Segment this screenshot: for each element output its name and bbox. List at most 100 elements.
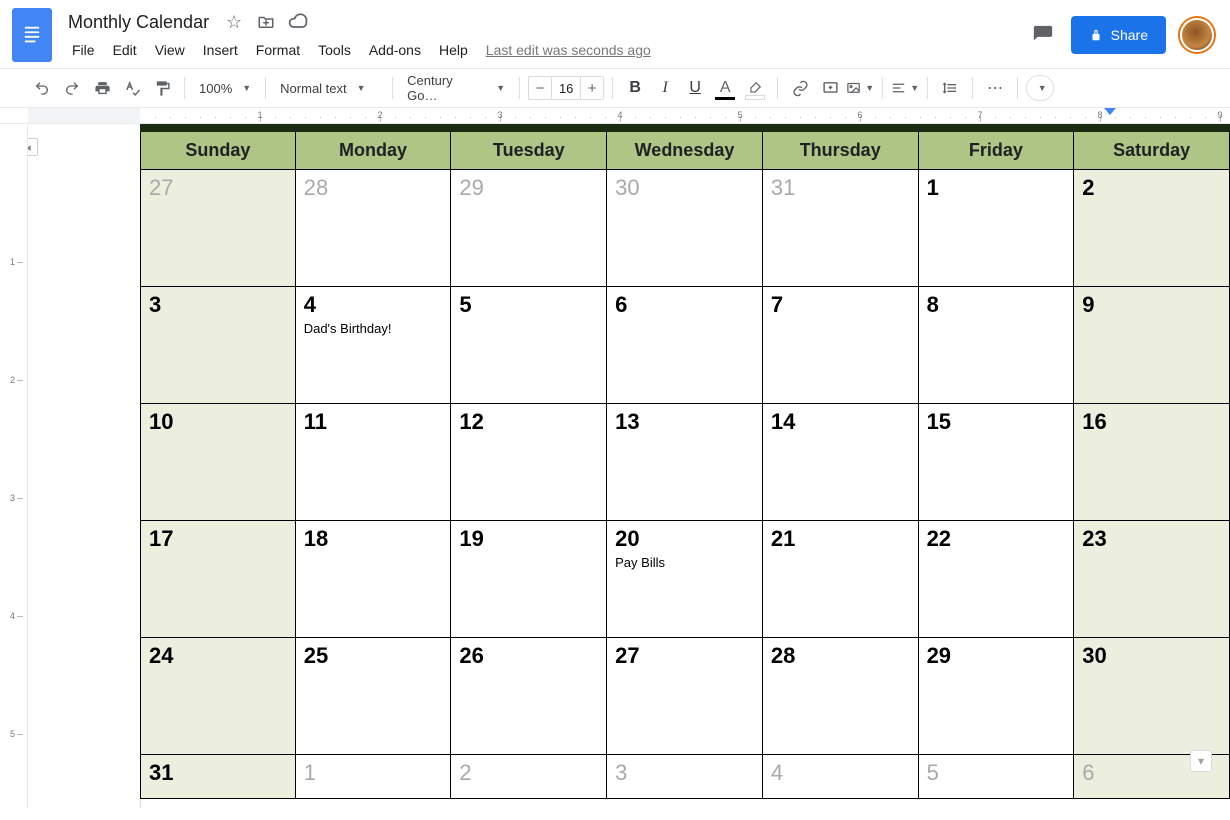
header-right: Share <box>1029 8 1218 54</box>
day-number: 29 <box>459 176 598 200</box>
calendar-cell[interactable]: 13 <box>607 404 763 521</box>
calendar-header-row: SundayMondayTuesdayWednesdayThursdayFrid… <box>140 132 1230 170</box>
account-avatar[interactable] <box>1180 18 1214 52</box>
calendar-cell[interactable]: 4 <box>763 755 919 799</box>
last-edit-link[interactable]: Last edit was seconds ago <box>486 42 651 58</box>
document-canvas[interactable]: ◂ SundayMondayTuesdayWednesdayThursdayFr… <box>28 124 1230 808</box>
calendar-cell[interactable]: 3 <box>140 287 296 404</box>
vertical-ruler[interactable]: 123456 <box>0 124 28 808</box>
day-number: 3 <box>149 293 287 317</box>
calendar-cell[interactable]: 31 <box>140 755 296 799</box>
calendar-table[interactable]: SundayMondayTuesdayWednesdayThursdayFrid… <box>140 124 1230 799</box>
calendar-cell[interactable]: 31 <box>763 170 919 287</box>
highlight-color-button[interactable] <box>741 74 769 102</box>
insert-image-button[interactable]: ▼ <box>846 74 874 102</box>
menu-tools[interactable]: Tools <box>310 38 359 62</box>
print-icon[interactable] <box>88 74 116 102</box>
calendar-event[interactable]: Pay Bills <box>615 555 754 570</box>
calendar-cell[interactable]: 30 <box>607 170 763 287</box>
document-title[interactable]: Monthly Calendar <box>64 10 213 35</box>
align-button[interactable]: ▼ <box>891 74 919 102</box>
calendar-cell[interactable]: 29 <box>451 170 607 287</box>
move-folder-icon[interactable] <box>255 11 277 33</box>
calendar-cell[interactable]: 16 <box>1074 404 1230 521</box>
calendar-cell[interactable]: 5 <box>451 287 607 404</box>
calendar-cell[interactable]: 23 <box>1074 521 1230 638</box>
calendar-cell[interactable]: 30 <box>1074 638 1230 755</box>
calendar-cell[interactable]: 9 <box>1074 287 1230 404</box>
calendar-cell[interactable]: 12 <box>451 404 607 521</box>
cloud-status-icon[interactable] <box>287 11 309 33</box>
explore-button[interactable]: ▾ <box>1190 750 1212 772</box>
calendar-cell[interactable]: 20Pay Bills <box>607 521 763 638</box>
calendar-cell[interactable]: 29 <box>919 638 1075 755</box>
bold-button[interactable]: B <box>621 74 649 102</box>
star-icon[interactable]: ☆ <box>223 11 245 33</box>
calendar-cell[interactable]: 27 <box>607 638 763 755</box>
horizontal-ruler[interactable]: 123456789 <box>0 108 1230 124</box>
day-number: 26 <box>459 644 598 668</box>
decrease-font-button[interactable]: − <box>529 80 551 97</box>
calendar-cell[interactable]: 27 <box>140 170 296 287</box>
menu-addons[interactable]: Add-ons <box>361 38 429 62</box>
spellcheck-icon[interactable] <box>118 74 146 102</box>
day-number: 25 <box>304 644 443 668</box>
menu-view[interactable]: View <box>147 38 193 62</box>
calendar-cell[interactable]: 25 <box>296 638 452 755</box>
more-button[interactable]: ⋯ <box>981 74 1009 102</box>
text-color-button[interactable]: A <box>711 74 739 102</box>
menu-help[interactable]: Help <box>431 38 476 62</box>
line-spacing-button[interactable] <box>936 74 964 102</box>
calendar-cell[interactable]: 3 <box>607 755 763 799</box>
day-number: 15 <box>927 410 1066 434</box>
paragraph-style-select[interactable]: Normal text▼ <box>274 74 384 102</box>
calendar-cell[interactable]: 1 <box>919 170 1075 287</box>
menu-format[interactable]: Format <box>248 38 308 62</box>
calendar-cell[interactable]: 10 <box>140 404 296 521</box>
outline-toggle-icon[interactable]: ◂ <box>28 138 38 156</box>
calendar-cell[interactable]: 18 <box>296 521 452 638</box>
menu-edit[interactable]: Edit <box>105 38 145 62</box>
calendar-cell[interactable]: 1 <box>296 755 452 799</box>
calendar-cell[interactable]: 11 <box>296 404 452 521</box>
italic-button[interactable]: I <box>651 74 679 102</box>
calendar-cell[interactable]: 19 <box>451 521 607 638</box>
zoom-select[interactable]: 100%▼ <box>193 74 257 102</box>
calendar-grid[interactable]: 27282930311234Dad's Birthday!56789101112… <box>140 170 1230 799</box>
comments-icon[interactable] <box>1029 21 1057 49</box>
calendar-cell[interactable]: 15 <box>919 404 1075 521</box>
caret-down-icon: ▼ <box>1038 83 1047 93</box>
increase-font-button[interactable]: + <box>581 80 603 97</box>
calendar-cell[interactable]: 8 <box>919 287 1075 404</box>
underline-button[interactable]: U <box>681 74 709 102</box>
menu-insert[interactable]: Insert <box>195 38 246 62</box>
calendar-event[interactable]: Dad's Birthday! <box>304 321 443 336</box>
font-size-value[interactable]: 16 <box>551 77 581 99</box>
share-button[interactable]: Share <box>1071 16 1166 54</box>
calendar-cell[interactable]: 14 <box>763 404 919 521</box>
insert-comment-button[interactable] <box>816 74 844 102</box>
calendar-cell[interactable]: 28 <box>763 638 919 755</box>
calendar-cell[interactable]: 26 <box>451 638 607 755</box>
calendar-cell[interactable]: 28 <box>296 170 452 287</box>
insert-link-button[interactable] <box>786 74 814 102</box>
calendar-cell[interactable]: 21 <box>763 521 919 638</box>
calendar-cell[interactable]: 2 <box>451 755 607 799</box>
calendar-cell[interactable]: 24 <box>140 638 296 755</box>
style-value: Normal text <box>280 81 346 96</box>
menu-file[interactable]: File <box>64 38 103 62</box>
docs-logo-icon[interactable] <box>12 8 52 62</box>
calendar-cell[interactable]: 5 <box>919 755 1075 799</box>
redo-icon[interactable] <box>58 74 86 102</box>
calendar-cell[interactable]: 17 <box>140 521 296 638</box>
day-number: 28 <box>771 644 910 668</box>
undo-icon[interactable] <box>28 74 56 102</box>
font-family-select[interactable]: Century Go…▼ <box>401 74 511 102</box>
paint-format-icon[interactable] <box>148 74 176 102</box>
editing-mode-button[interactable]: ▼ <box>1026 75 1054 101</box>
calendar-cell[interactable]: 22 <box>919 521 1075 638</box>
calendar-cell[interactable]: 6 <box>607 287 763 404</box>
calendar-cell[interactable]: 7 <box>763 287 919 404</box>
calendar-cell[interactable]: 2 <box>1074 170 1230 287</box>
calendar-cell[interactable]: 4Dad's Birthday! <box>296 287 452 404</box>
